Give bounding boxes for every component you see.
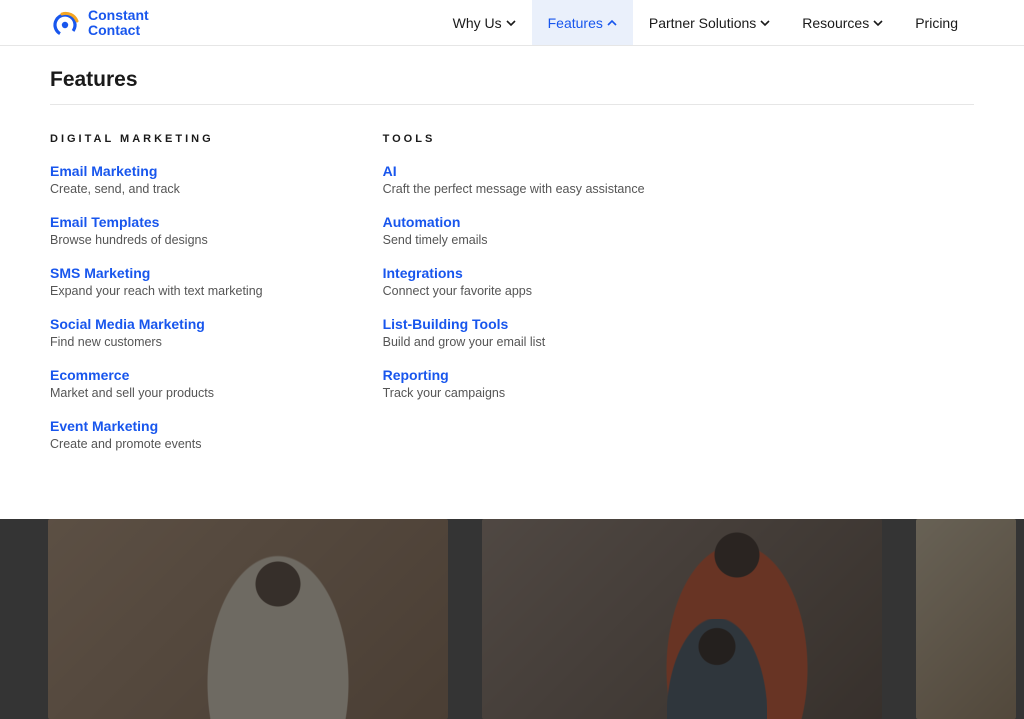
nav-label: Pricing (915, 15, 958, 31)
nav-label: Resources (802, 15, 869, 31)
menu-link-desc: Find new customers (50, 335, 263, 349)
menu-link-sms-marketing[interactable]: SMS Marketing Expand your reach with text… (50, 265, 263, 298)
menu-link-event-marketing[interactable]: Event Marketing Create and promote events (50, 418, 263, 451)
menu-link-title: Email Templates (50, 214, 263, 230)
features-mega-menu: Features DIGITAL MARKETING Email Marketin… (0, 46, 1024, 519)
menu-link-social-media-marketing[interactable]: Social Media Marketing Find new customers (50, 316, 263, 349)
menu-link-desc: Track your campaigns (383, 386, 645, 400)
menu-link-title: Event Marketing (50, 418, 263, 434)
column-heading: DIGITAL MARKETING (50, 133, 263, 145)
menu-link-desc: Connect your favorite apps (383, 284, 645, 298)
menu-link-list-building-tools[interactable]: List-Building Tools Build and grow your e… (383, 316, 645, 349)
menu-link-desc: Market and sell your products (50, 386, 263, 400)
menu-link-title: Ecommerce (50, 367, 263, 383)
brand-logo[interactable]: Constant Contact (50, 8, 149, 38)
site-header: Constant Contact Why Us Features Partner S… (0, 0, 1024, 46)
nav-label: Partner Solutions (649, 15, 756, 31)
menu-link-ai[interactable]: AI Craft the perfect message with easy as… (383, 163, 645, 196)
menu-link-desc: Create, send, and track (50, 182, 263, 196)
menu-column: TOOLS AI Craft the perfect message with ea… (383, 133, 645, 469)
menu-link-desc: Browse hundreds of designs (50, 233, 263, 247)
menu-link-title: AI (383, 163, 645, 179)
nav-label: Features (548, 15, 603, 31)
menu-link-desc: Create and promote events (50, 437, 263, 451)
nav-item-why-us[interactable]: Why Us (437, 0, 532, 45)
chevron-down-icon (873, 18, 883, 28)
menu-link-email-templates[interactable]: Email Templates Browse hundreds of design… (50, 214, 263, 247)
menu-link-desc: Craft the perfect message with easy assi… (383, 182, 645, 196)
menu-link-title: Integrations (383, 265, 645, 281)
menu-link-title: Automation (383, 214, 645, 230)
menu-link-title: Reporting (383, 367, 645, 383)
chevron-down-icon (506, 18, 516, 28)
nav-item-features[interactable]: Features (532, 0, 633, 45)
menu-link-title: SMS Marketing (50, 265, 263, 281)
top-nav: Why Us Features Partner Solutions Resources… (437, 0, 974, 45)
panel-title: Features (50, 68, 974, 92)
menu-link-ecommerce[interactable]: Ecommerce Market and sell your products (50, 367, 263, 400)
menu-link-automation[interactable]: Automation Send timely emails (383, 214, 645, 247)
chevron-down-icon (760, 18, 770, 28)
brand-name: Constant Contact (88, 8, 149, 37)
divider (50, 104, 974, 105)
menu-link-integrations[interactable]: Integrations Connect your favorite apps (383, 265, 645, 298)
nav-label: Why Us (453, 15, 502, 31)
menu-link-title: List-Building Tools (383, 316, 645, 332)
menu-link-title: Email Marketing (50, 163, 263, 179)
hero-carousel-strip (0, 519, 1024, 719)
menu-link-desc: Expand your reach with text marketing (50, 284, 263, 298)
menu-link-email-marketing[interactable]: Email Marketing Create, send, and track (50, 163, 263, 196)
menu-link-title: Social Media Marketing (50, 316, 263, 332)
chevron-up-icon (607, 18, 617, 28)
logo-mark-icon (50, 8, 80, 38)
menu-link-desc: Build and grow your email list (383, 335, 645, 349)
menu-link-reporting[interactable]: Reporting Track your campaigns (383, 367, 645, 400)
nav-item-pricing[interactable]: Pricing (899, 0, 974, 45)
dim-overlay (0, 519, 1024, 719)
menu-columns: DIGITAL MARKETING Email Marketing Create, … (50, 133, 974, 469)
menu-column: DIGITAL MARKETING Email Marketing Create, … (50, 133, 263, 469)
nav-item-resources[interactable]: Resources (786, 0, 899, 45)
menu-link-desc: Send timely emails (383, 233, 645, 247)
nav-item-partner-solutions[interactable]: Partner Solutions (633, 0, 786, 45)
column-heading: TOOLS (383, 133, 645, 145)
